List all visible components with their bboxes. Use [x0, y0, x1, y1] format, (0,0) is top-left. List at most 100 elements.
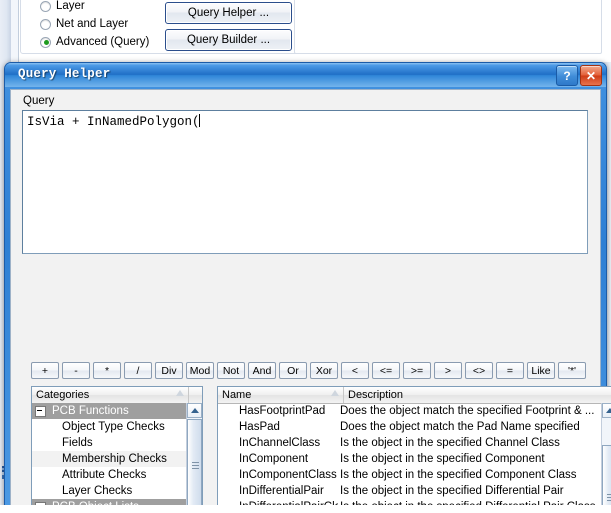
function-name-cell: InChannelClass [239, 437, 321, 449]
function-name-cell: HasFootprintPad [239, 405, 326, 417]
dialog-titlebar[interactable]: Query Helper ? ✕ [5, 63, 606, 87]
collapse-icon[interactable] [35, 405, 46, 417]
scroll-up-icon[interactable] [187, 403, 202, 418]
category-group-label: PCB Functions [52, 405, 129, 417]
function-description-cell: Is the object in the specified Channel C… [340, 437, 560, 449]
query-builder-button[interactable]: Query Builder ... [165, 29, 292, 51]
function-description-cell: Is the object in the specified Different… [340, 485, 564, 497]
category-item-row[interactable]: Membership Checks [32, 451, 202, 467]
category-item-label: Membership Checks [62, 453, 167, 465]
scroll-grip-icon-2 [607, 494, 611, 501]
query-helper-button[interactable]: Query Helper ... [165, 2, 292, 24]
table-row[interactable]: InChannelClass Is the object in the speci… [218, 435, 611, 451]
function-description-cell: Is the object in the specified Component… [340, 469, 577, 481]
operator-button-16[interactable]: Like [527, 362, 555, 379]
query-label: Query [23, 95, 55, 107]
function-description-cell: Does the object match the Pad Name speci… [340, 421, 580, 433]
table-row[interactable]: HasPad Does the object match the Pad Name… [218, 419, 611, 435]
triangle-up-icon [190, 408, 199, 413]
operator-button-7[interactable]: And [248, 362, 276, 379]
operator-button-12[interactable]: >= [403, 362, 431, 379]
operator-button-15[interactable]: = [496, 362, 524, 379]
function-name-cell: InDifferentialPair [239, 485, 324, 497]
radio-option-net-and-layer[interactable]: Net and Layer [40, 18, 128, 30]
operator-button-17[interactable]: '*' [558, 362, 586, 379]
function-name-cell: HasPad [239, 421, 280, 433]
function-name-cell: InComponent [239, 453, 309, 465]
functions-row-container: HasFootprintPad Does the object match the… [218, 403, 611, 513]
category-item-label: Attribute Checks [62, 469, 147, 481]
category-item-row[interactable]: Object Type Checks [32, 419, 202, 435]
operator-button-0[interactable]: + [31, 362, 59, 379]
operator-button-2[interactable]: * [93, 362, 121, 379]
dialog-body: Query IsVia + InNamedPolygon( + - * / Div Mod… [10, 89, 611, 513]
radio-indicator-advanced-query [40, 36, 51, 48]
category-item-label: Fields [62, 437, 93, 449]
radio-label-advanced-query: Advanced (Query) [56, 36, 150, 48]
operator-button-9[interactable]: Xor [310, 362, 338, 379]
description-header-label: Description [348, 389, 404, 401]
query-text-value: IsVia + InNamedPolygon( [27, 114, 200, 129]
name-sort-ascending-icon [331, 390, 339, 396]
radio-label-net-and-layer: Net and Layer [56, 18, 129, 30]
function-description-cell: Does the object match the specified Foot… [340, 405, 595, 417]
operator-button-bar: + - * / Div Mod Not And Or Xor < <= >= > <> = Like '*' [31, 362, 586, 379]
functions-scroll-thumb[interactable] [602, 445, 611, 513]
category-item-label: Layer Checks [62, 485, 133, 497]
operator-button-5[interactable]: Mod [186, 362, 214, 379]
operator-button-6[interactable]: Not [217, 362, 245, 379]
categories-header-cell[interactable]: Categories [32, 387, 189, 403]
query-input[interactable]: IsVia + InNamedPolygon( [22, 110, 588, 254]
categories-header: Categories [32, 387, 202, 404]
radio-indicator-layer [40, 0, 51, 12]
operator-button-1[interactable]: - [62, 362, 90, 379]
operator-button-3[interactable]: / [124, 362, 152, 379]
text-caret [198, 114, 200, 127]
triangle-up-icon-2 [605, 408, 611, 413]
operator-button-4[interactable]: Div [155, 362, 183, 379]
help-icon[interactable]: ? [556, 65, 578, 86]
functions-list-header: Name Description [218, 387, 611, 404]
category-item-label: Object Type Checks [62, 421, 165, 433]
name-header-cell[interactable]: Name [218, 387, 344, 403]
radio-option-advanced-query[interactable]: Advanced (Query) [40, 36, 149, 48]
table-row[interactable]: InComponentClass Is the object in the spe… [218, 467, 611, 483]
titlebar-button-group: ? ✕ [556, 65, 602, 86]
categories-row-container: PCB Functions Object Type Checks Fields Mem… [32, 403, 202, 513]
close-icon[interactable]: ✕ [580, 65, 602, 86]
sort-ascending-icon [176, 390, 184, 396]
functions-scrollbar[interactable] [601, 403, 611, 513]
functions-scroll-up-icon[interactable] [602, 403, 611, 418]
category-item-row[interactable]: Fields [32, 435, 202, 451]
table-row[interactable]: InDifferentialPair Is the object in the s… [218, 483, 611, 499]
operator-button-14[interactable]: <> [465, 362, 493, 379]
operator-button-10[interactable]: < [341, 362, 369, 379]
query-helper-dialog: Query Helper ? ✕ Query IsVia + InNamedPo… [4, 62, 611, 513]
categories-scroll-thumb[interactable] [187, 419, 202, 511]
preview-groupbox [294, 0, 602, 54]
category-item-row[interactable]: Layer Checks [32, 483, 202, 499]
categories-scrollbar[interactable] [186, 403, 202, 513]
viewport-bottom-edge [0, 505, 611, 513]
radio-option-layer[interactable]: Layer [40, 0, 85, 12]
name-header-label: Name [222, 389, 252, 401]
categories-header-label: Categories [36, 389, 90, 401]
table-row[interactable]: InComponent Is the object in the specifie… [218, 451, 611, 467]
operator-button-13[interactable]: > [434, 362, 462, 379]
categories-panel: Categories PCB Functions Object Type Chec… [31, 386, 203, 513]
dialog-title: Query Helper [18, 67, 111, 81]
description-header-cell[interactable]: Description [344, 387, 611, 403]
screenshot-root: Layer Net and Layer Advanced (Query) Que… [0, 0, 611, 513]
category-item-row[interactable]: Attribute Checks [32, 467, 202, 483]
operator-button-8[interactable]: Or [279, 362, 307, 379]
radio-label-layer: Layer [56, 0, 85, 12]
radio-indicator-net-and-layer [40, 18, 51, 30]
scroll-grip-icon [192, 462, 199, 469]
functions-list-panel: Name Description HasFootprintPad Does the… [217, 386, 611, 513]
table-row[interactable]: HasFootprintPad Does the object match the… [218, 403, 611, 419]
operator-button-11[interactable]: <= [372, 362, 400, 379]
query-text-content: IsVia + InNamedPolygon( [27, 115, 200, 129]
category-group-row[interactable]: PCB Functions [32, 403, 202, 419]
function-description-cell: Is the object in the specified Component [340, 453, 545, 465]
function-name-cell: InComponentClass [239, 469, 337, 481]
